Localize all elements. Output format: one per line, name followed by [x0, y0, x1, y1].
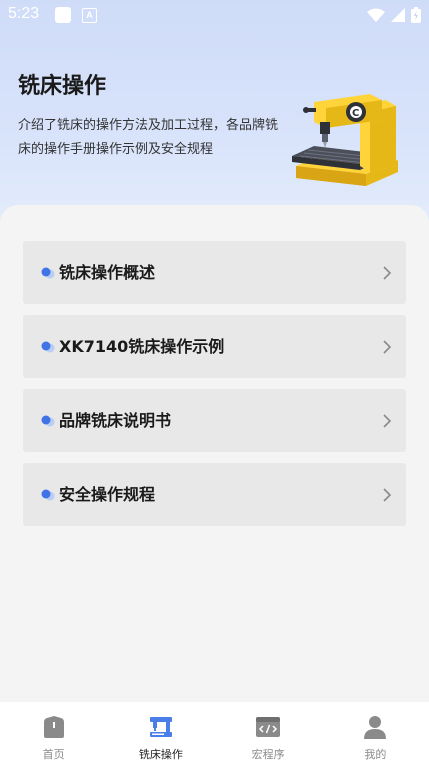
chevron-right-icon [383, 414, 392, 428]
bullet-dot-icon [41, 341, 55, 353]
code-window-icon [256, 717, 281, 737]
status-time: 5:23 [8, 5, 40, 22]
tab-label: 首页 [42, 748, 65, 761]
milling-machine-illustration: C [292, 94, 398, 186]
menu-item-overview[interactable]: 铣床操作概述 [23, 241, 406, 304]
bullet-dot-icon [41, 489, 55, 501]
status-right-icons [367, 6, 421, 24]
notification-badge-icon: A [82, 8, 97, 23]
tab-profile[interactable]: 我的 [322, 702, 429, 764]
content-panel: 铣床操作概述 XK7140铣床操作示例 品牌铣床说明书 安全操作规程 [0, 205, 429, 702]
tab-label: 我的 [364, 748, 387, 761]
menu-item-label: 安全操作规程 [59, 485, 156, 504]
notification-icon [55, 7, 71, 23]
bottom-tab-bar: 首页 铣床操作 宏程序 我的 [0, 702, 429, 764]
menu-item-safety-rules[interactable]: 安全操作规程 [23, 463, 406, 526]
signal-icon [391, 8, 405, 22]
menu-item-xk7140-example[interactable]: XK7140铣床操作示例 [23, 315, 406, 378]
bullet-dot-icon [41, 415, 55, 427]
chevron-right-icon [383, 340, 392, 354]
battery-icon [411, 7, 421, 23]
tab-label: 铣床操作 [138, 748, 183, 761]
menu-item-brand-manuals[interactable]: 品牌铣床说明书 [23, 389, 406, 452]
tab-milling-operation[interactable]: 铣床操作 [107, 702, 214, 764]
tab-label: 宏程序 [251, 748, 285, 761]
home-icon [43, 716, 64, 738]
page-title: 铣床操作 [18, 74, 107, 99]
svg-text:C: C [352, 108, 359, 119]
tab-macro-program[interactable]: 宏程序 [215, 702, 322, 764]
chevron-right-icon [383, 488, 392, 502]
page-description: 介绍了铣床的操作方法及加工过程，各品牌铣床的操作手册操作示例及安全规程 [18, 118, 279, 157]
tab-home[interactable]: 首页 [0, 702, 107, 764]
bullet-dot-icon [41, 267, 55, 279]
menu-item-label: 铣床操作概述 [59, 263, 156, 282]
wifi-icon [367, 8, 385, 22]
chevron-right-icon [383, 266, 392, 280]
status-bar: 5:23 A [0, 0, 429, 30]
menu-item-label: 品牌铣床说明书 [59, 411, 172, 430]
menu-item-label: XK7140铣床操作示例 [59, 337, 225, 356]
user-icon [364, 716, 387, 739]
milling-machine-icon [149, 717, 172, 737]
